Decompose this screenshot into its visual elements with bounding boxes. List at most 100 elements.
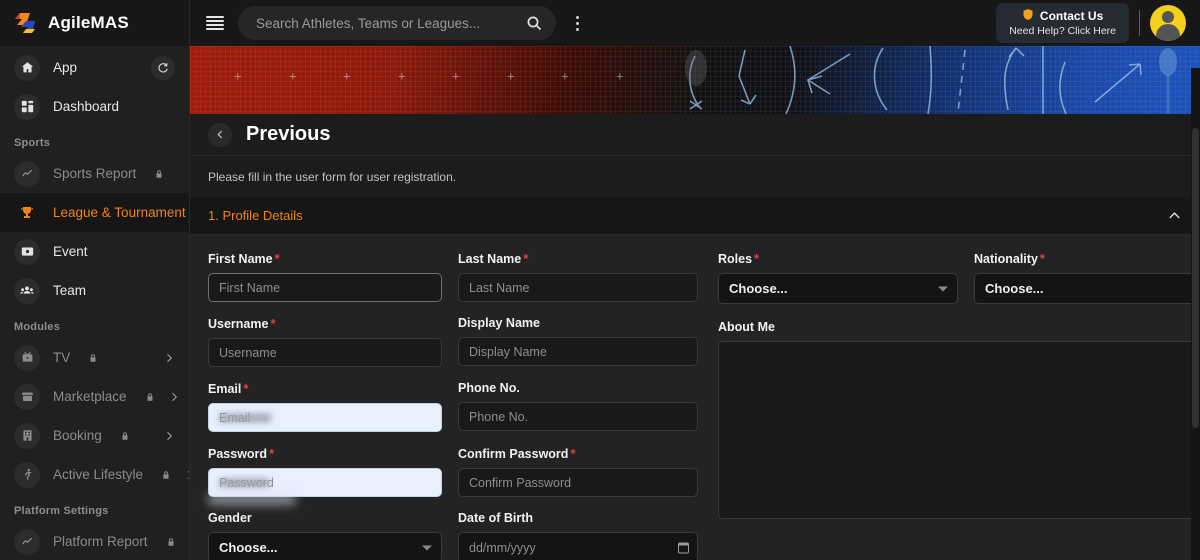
about-me-textarea[interactable] — [718, 341, 1200, 519]
field-username: Username* — [208, 316, 442, 367]
nationality-selected-value: Choose... — [985, 281, 1044, 296]
required-marker: * — [1040, 251, 1045, 266]
sidebar-item-league-tournament[interactable]: League & Tournament — [0, 193, 189, 232]
sidebar-item-booking[interactable]: Booking — [0, 416, 189, 455]
lock-icon — [88, 353, 98, 363]
app-root: AgileMAS App — [0, 0, 1200, 560]
lock-icon — [161, 470, 171, 480]
sidebar-item-tv[interactable]: TV — [0, 338, 189, 377]
sidebar-item-team[interactable]: Team — [0, 271, 189, 310]
sidebar-item-label: Event — [53, 244, 88, 259]
gender-select[interactable]: Choose... — [208, 532, 442, 560]
field-label: Phone No. — [458, 381, 698, 395]
people-icon — [14, 278, 40, 304]
sidebar-item-event[interactable]: Event — [0, 232, 189, 271]
sidebar-item-platform-report[interactable]: Platform Report — [0, 522, 189, 560]
trophy-icon — [14, 200, 40, 226]
user-avatar[interactable] — [1150, 5, 1186, 41]
required-marker: * — [523, 251, 528, 266]
field-label: Confirm Password* — [458, 446, 698, 461]
field-first-name: First Name* — [208, 251, 442, 302]
sidebar-section-title: Sports — [0, 126, 189, 154]
field-label: First Name* — [208, 251, 442, 266]
profile-details-form: First Name* Last Name* Username — [190, 235, 1200, 560]
field-gender: Gender Choose... — [208, 511, 442, 560]
scrollbar-thumb[interactable] — [1192, 128, 1199, 428]
sidebar-item-sports-report[interactable]: Sports Report — [0, 154, 189, 193]
sidebar-item-label: Sports Report — [53, 166, 136, 181]
required-marker: * — [243, 381, 248, 396]
sidebar-item-active-lifestyle[interactable]: Active Lifestyle — [0, 455, 189, 494]
display-name-input[interactable] — [458, 337, 698, 366]
nationality-select[interactable]: Choose... — [974, 273, 1200, 304]
field-display-name: Display Name — [458, 316, 698, 367]
trend-chart-icon — [14, 161, 40, 187]
sidebar: AgileMAS App — [0, 0, 190, 560]
main-content: Contact Us Need Help? Click Here + + + +… — [190, 0, 1200, 560]
username-input[interactable] — [208, 338, 442, 367]
contact-us-button[interactable]: Contact Us Need Help? Click Here — [996, 3, 1129, 43]
phone-input[interactable] — [458, 402, 698, 431]
hamburger-icon[interactable] — [206, 16, 224, 30]
field-confirm-password: Confirm Password* — [458, 446, 698, 497]
field-label: Display Name — [458, 316, 698, 330]
form-column-left: First Name* Last Name* Username — [208, 251, 706, 560]
topbar-right: Contact Us Need Help? Click Here — [996, 3, 1190, 43]
trend-chart-icon — [14, 529, 40, 555]
field-password: Password* — [208, 446, 442, 497]
confirm-password-input[interactable] — [458, 468, 698, 497]
field-label: About Me — [718, 320, 1200, 334]
search-icon[interactable] — [526, 15, 542, 31]
field-nationality: Nationality* Choose... — [974, 251, 1200, 304]
last-name-input[interactable] — [458, 273, 698, 302]
field-label: Nationality* — [974, 251, 1200, 266]
lock-icon — [120, 431, 130, 441]
dashboard-grid-icon — [14, 94, 40, 120]
roles-select[interactable]: Choose... — [718, 273, 958, 304]
gender-selected-value: Choose... — [219, 540, 278, 555]
divider — [1139, 10, 1140, 36]
home-icon — [14, 55, 40, 81]
kebab-menu-icon[interactable] — [570, 12, 585, 35]
search-bar[interactable] — [238, 6, 556, 40]
sidebar-item-dashboard[interactable]: Dashboard — [0, 87, 189, 126]
agilemas-logo-icon — [12, 10, 38, 36]
calendar-icon[interactable] — [678, 542, 689, 553]
required-marker: * — [754, 251, 759, 266]
chevron-right-icon — [163, 352, 175, 364]
first-name-input[interactable] — [208, 273, 442, 302]
sidebar-nav: App Dashboard Sports — [0, 46, 189, 560]
chevron-up-icon[interactable] — [1167, 208, 1182, 223]
contact-us-title: Contact Us — [1040, 9, 1103, 23]
ticket-icon — [14, 239, 40, 265]
building-icon — [14, 423, 40, 449]
page-title: Previous — [246, 123, 330, 146]
required-marker: * — [275, 251, 280, 266]
sidebar-item-label: Booking — [53, 428, 102, 443]
date-of-birth-input[interactable] — [458, 532, 698, 560]
tv-icon — [14, 345, 40, 371]
sidebar-item-label: App — [53, 60, 77, 75]
topbar: Contact Us Need Help? Click Here — [190, 0, 1200, 46]
field-roles: Roles* Choose... — [718, 251, 958, 304]
tactics-lines — [190, 46, 1200, 114]
sidebar-item-label: Marketplace — [53, 389, 127, 404]
form-instruction-text: Please fill in the user form for user re… — [190, 156, 1200, 197]
vertical-scrollbar[interactable] — [1191, 68, 1200, 560]
field-label: Roles* — [718, 251, 958, 266]
hero-banner-image: + + + + + + + + — [190, 46, 1200, 114]
brand-header[interactable]: AgileMAS — [0, 0, 189, 46]
sidebar-item-label: TV — [53, 350, 70, 365]
field-label: Gender — [208, 511, 442, 525]
search-input[interactable] — [256, 16, 526, 31]
sidebar-item-marketplace[interactable]: Marketplace — [0, 377, 189, 416]
refresh-icon[interactable] — [151, 56, 175, 80]
redacted-value — [219, 478, 269, 487]
store-icon — [14, 384, 40, 410]
field-label: Email* — [208, 381, 442, 396]
page-header: Previous — [190, 114, 1200, 156]
field-label: Last Name* — [458, 251, 698, 266]
sidebar-item-app[interactable]: App — [0, 48, 189, 87]
accordion-header-profile-details[interactable]: 1. Profile Details — [190, 197, 1200, 235]
back-chevron-left-icon[interactable] — [208, 123, 232, 147]
